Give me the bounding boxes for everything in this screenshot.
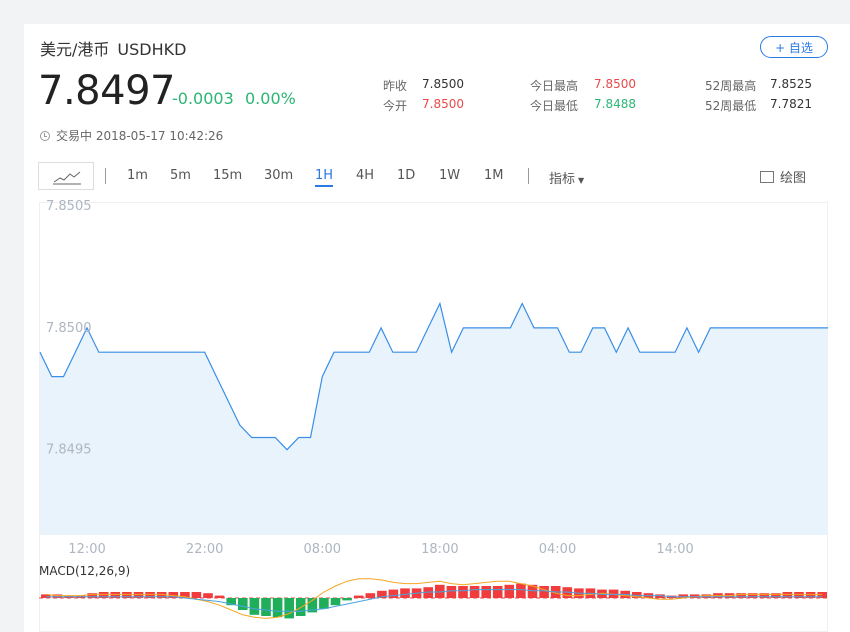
- period-30m[interactable]: 30m: [264, 168, 293, 183]
- indicator-dropdown[interactable]: 指标 ▼: [549, 168, 584, 187]
- period-1h[interactable]: 1H: [315, 168, 334, 187]
- open-value: 7.8500: [422, 97, 464, 111]
- last-price: 7.8497: [38, 68, 175, 114]
- clock-icon: [40, 130, 50, 141]
- period-15m[interactable]: 15m: [213, 168, 242, 183]
- trading-status-text: 交易中 2018-05-17 10:42:26: [56, 129, 224, 143]
- draw-label: 绘图: [780, 171, 807, 186]
- chart-type-button[interactable]: [38, 162, 94, 190]
- day-high-label: 今日最高: [530, 79, 579, 93]
- indicator-label: 指标: [549, 172, 576, 187]
- trading-status: 交易中 2018-05-17 10:42:26: [40, 127, 223, 144]
- instrument-title: 美元/港币 USDHKD: [40, 36, 186, 60]
- period-1m[interactable]: 1m: [127, 168, 148, 183]
- instrument-name: 美元/港币: [40, 40, 110, 59]
- caret-down-icon: ▼: [578, 176, 585, 185]
- day-high-value: 7.8500: [594, 77, 636, 91]
- instrument-code: USDHKD: [117, 40, 187, 59]
- price-change-percent: 0.00%: [245, 89, 296, 108]
- prev-close-label: 昨收: [383, 79, 408, 93]
- chart-toolbar: 1m 5m 15m 30m 1H 4H 1D 1W 1M 指标 ▼ 绘图: [38, 162, 828, 192]
- toolbar-divider: [528, 168, 529, 184]
- prev-close-value: 7.8500: [422, 77, 464, 91]
- drawing-tool-icon: [760, 170, 774, 183]
- toolbar-divider: [105, 168, 106, 184]
- draw-button[interactable]: 绘图: [760, 167, 806, 186]
- period-4h[interactable]: 4H: [356, 168, 374, 183]
- period-1w[interactable]: 1W: [439, 168, 460, 183]
- 52w-low-value: 7.7821: [770, 97, 812, 111]
- 52w-high-label: 52周最高: [705, 79, 757, 93]
- period-1mo[interactable]: 1M: [484, 168, 504, 183]
- line-chart-icon: [53, 171, 81, 185]
- period-5m[interactable]: 5m: [170, 168, 191, 183]
- 52w-high-value: 7.8525: [770, 77, 812, 91]
- price-change: -0.0003: [172, 89, 234, 108]
- add-watchlist-button[interactable]: + 自选: [760, 36, 828, 58]
- day-low-label: 今日最低: [530, 99, 579, 113]
- day-low-value: 7.8488: [594, 97, 636, 111]
- 52w-low-label: 52周最低: [705, 99, 757, 113]
- chart-area[interactable]: [39, 202, 828, 632]
- open-label: 今开: [383, 99, 408, 113]
- period-1d[interactable]: 1D: [397, 168, 415, 183]
